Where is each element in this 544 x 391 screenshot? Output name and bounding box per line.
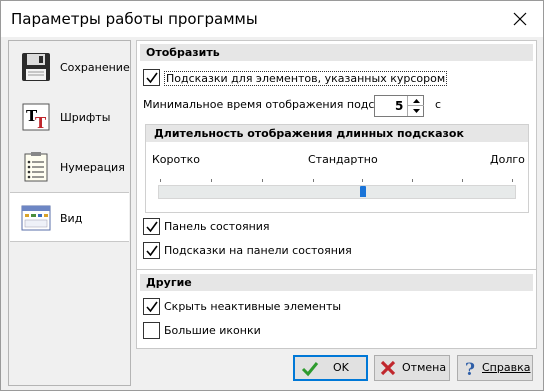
view-settings-panel: Отобразить Подсказки для элементов, указ…: [136, 40, 537, 349]
sidebar: Сохранение T T Шрифты Нумерация Вид: [8, 40, 131, 386]
window-view-icon: [21, 205, 51, 231]
hide-inactive-checkbox[interactable]: [143, 298, 160, 315]
title-bar: Параметры работы программы: [1, 1, 543, 37]
slider-tick: [262, 179, 263, 182]
cancel-button[interactable]: Отмена: [374, 355, 450, 381]
min-time-value[interactable]: 5: [395, 99, 403, 113]
slider-tick: [160, 179, 161, 182]
other-group-header: Другие: [140, 274, 533, 291]
spinner-up-button[interactable]: [408, 96, 424, 106]
numbered-list-icon: [24, 152, 48, 182]
status-hints-checkbox[interactable]: [143, 242, 160, 259]
min-time-spinner[interactable]: 5: [374, 95, 424, 117]
close-button[interactable]: [497, 1, 543, 37]
sidebar-item-save[interactable]: Сохранение: [10, 42, 130, 92]
slider-tick: [362, 179, 363, 182]
settings-dialog: Параметры работы программы Сохранение T …: [0, 0, 544, 391]
sidebar-item-label: Сохранение: [60, 61, 130, 74]
long-hints-header: Длительность отображения длинных подсказ…: [146, 125, 528, 142]
sidebar-item-label: Нумерация: [60, 161, 125, 174]
status-bar-label[interactable]: Панель состояния: [164, 220, 270, 233]
display-group-header: Отобразить: [140, 44, 533, 61]
slider-tick: [512, 179, 513, 182]
triangle-up-icon: [412, 98, 420, 103]
help-button[interactable]: ? Справка: [457, 355, 533, 381]
min-time-unit: с: [435, 98, 442, 111]
svg-text:T: T: [35, 114, 47, 132]
sidebar-item-fonts[interactable]: T T Шрифты: [10, 92, 129, 142]
checkmark-icon: [146, 245, 158, 257]
slider-tick: [211, 179, 212, 182]
slider-tick: [313, 179, 314, 182]
long-hints-group: Длительность отображения длинных подсказ…: [145, 124, 529, 213]
ok-button-label: OK: [333, 361, 349, 374]
slider-thumb[interactable]: [359, 186, 366, 197]
large-icons-label[interactable]: Большие иконки: [164, 324, 261, 337]
spinner-down-button[interactable]: [408, 106, 424, 116]
slider-tick: [462, 179, 463, 182]
checkmark-icon: [146, 72, 158, 84]
checkmark-icon: [146, 221, 158, 233]
svg-text:?: ?: [465, 360, 475, 377]
sidebar-item-numbering[interactable]: Нумерация: [10, 142, 129, 192]
ok-button[interactable]: OK: [293, 355, 368, 381]
close-icon: [513, 12, 527, 26]
cancel-x-icon: [380, 360, 396, 376]
spinner-buttons: [407, 96, 424, 116]
checkmark-icon: [301, 362, 319, 377]
sidebar-item-label: Шрифты: [60, 111, 111, 124]
cancel-button-label: Отмена: [402, 361, 447, 374]
slider-label-standard: Стандартно: [308, 153, 378, 166]
large-icons-checkbox[interactable]: [143, 322, 160, 339]
sidebar-item-view[interactable]: Вид: [10, 192, 129, 242]
status-hints-label[interactable]: Подсказки на панели состояния: [164, 244, 352, 257]
help-button-label: Справка: [482, 361, 531, 374]
slider-label-long: Долго: [490, 153, 525, 166]
slider-tick: [412, 179, 413, 182]
help-question-icon: ?: [465, 360, 475, 377]
triangle-down-icon: [412, 109, 420, 113]
window-title: Параметры работы программы: [11, 10, 258, 28]
group-divider: [137, 269, 536, 270]
floppy-disk-icon: [22, 53, 50, 81]
checkmark-icon: [146, 301, 158, 313]
font-icon: T T: [22, 103, 50, 132]
cursor-hints-checkbox[interactable]: [143, 69, 160, 86]
sidebar-item-label: Вид: [60, 212, 83, 225]
min-time-label: Минимальное время отображения подсказки: [143, 98, 408, 111]
slider-label-short: Коротко: [152, 153, 201, 166]
hide-inactive-label[interactable]: Скрыть неактивные элементы: [164, 300, 341, 313]
cursor-hints-label[interactable]: Подсказки для элементов, указанных курсо…: [164, 71, 448, 86]
hint-duration-slider[interactable]: [158, 185, 516, 199]
status-bar-checkbox[interactable]: [143, 218, 160, 235]
